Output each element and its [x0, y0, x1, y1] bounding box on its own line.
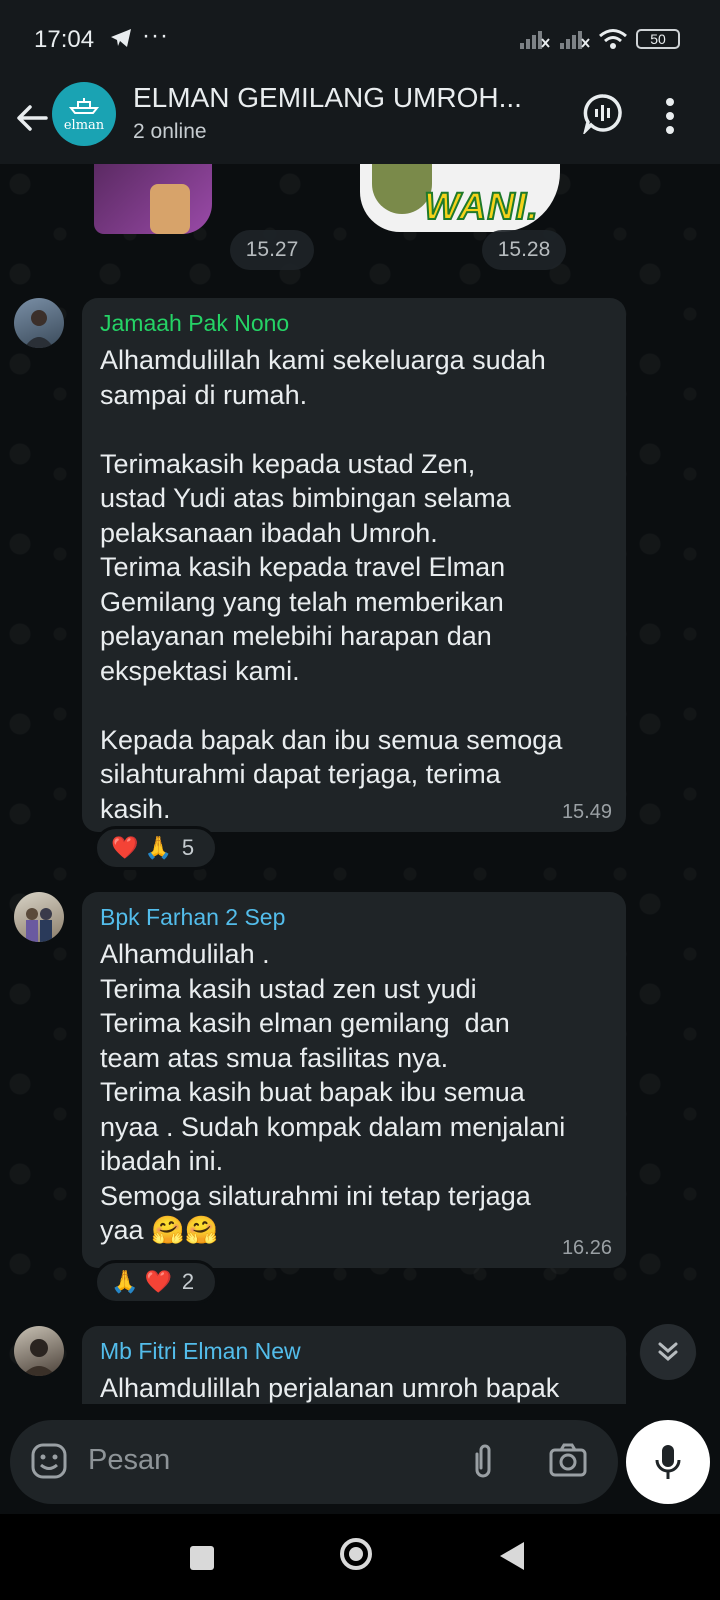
- scroll-down-button[interactable]: [640, 1324, 696, 1380]
- online-status: 2 online: [133, 120, 207, 143]
- ship-logo-icon: [68, 97, 100, 114]
- avatar[interactable]: [14, 1326, 64, 1376]
- sticker-time-1: 15.27: [230, 230, 314, 270]
- group-avatar[interactable]: elman: [52, 82, 116, 146]
- message-sender[interactable]: Jamaah Pak Nono: [100, 310, 608, 337]
- mic-icon: [655, 1445, 681, 1479]
- message-sender[interactable]: Mb Fitri Elman New: [100, 1338, 608, 1365]
- recent-apps-icon[interactable]: [190, 1546, 214, 1570]
- person-avatar-icon: [22, 1339, 56, 1376]
- message-input-bar[interactable]: Pesan: [10, 1420, 618, 1504]
- chat-header: elman ELMAN GEMILANG UMROH... 2 online: [0, 80, 720, 164]
- status-more-indicator: ···: [142, 22, 169, 49]
- camera-icon[interactable]: [548, 1440, 588, 1480]
- avatar[interactable]: [14, 298, 64, 348]
- reaction-emojis: 🙏 ❤️: [111, 1269, 172, 1294]
- message-reactions[interactable]: ❤️ 🙏 5: [94, 826, 218, 870]
- reaction-emojis: ❤️ 🙏: [111, 835, 172, 860]
- attach-icon[interactable]: [468, 1440, 498, 1480]
- reaction-count: 2: [181, 1269, 195, 1294]
- avatar[interactable]: [14, 892, 64, 942]
- mic-button[interactable]: [626, 1420, 710, 1504]
- reaction-count: 5: [181, 835, 195, 860]
- group-logo-text: elman: [63, 117, 105, 133]
- wifi-icon: [599, 29, 627, 49]
- message-time: 16.26: [561, 1237, 612, 1259]
- battery-indicator: 50: [636, 29, 680, 49]
- signal-icon-2: [560, 31, 590, 49]
- message-bubble[interactable]: Jamaah Pak Nono Alhamdulillah kami sekel…: [82, 298, 626, 832]
- message-text: Alhamdulilah . Terima kasih ustad zen us…: [100, 939, 566, 1245]
- message-bubble[interactable]: Bpk Farhan 2 Sep Alhamdulilah . Terima k…: [82, 892, 626, 1268]
- message-reactions[interactable]: 🙏 ❤️ 2: [94, 1260, 218, 1304]
- scroll-down-icon: [658, 1342, 678, 1361]
- system-nav-bar: [0, 1514, 720, 1600]
- sticker-left-detail: [150, 184, 190, 234]
- message-input[interactable]: Pesan: [88, 1444, 170, 1477]
- message-sender[interactable]: Bpk Farhan 2 Sep: [100, 904, 608, 931]
- more-vert-icon[interactable]: [664, 96, 676, 136]
- message-bubble[interactable]: Mb Fitri Elman New Alhamdulillah perjala…: [82, 1326, 626, 1404]
- person-avatar-icon: [24, 310, 54, 348]
- back-arrow-icon[interactable]: [12, 98, 52, 138]
- signal-icon: [520, 31, 550, 49]
- chat-title[interactable]: ELMAN GEMILANG UMROH...: [133, 82, 522, 114]
- message-text: Alhamdulillah kami sekeluarga sudah samp…: [100, 345, 563, 824]
- message-time: 15.49: [561, 801, 612, 823]
- voice-call-icon[interactable]: [582, 92, 624, 134]
- sticker-time-2: 15.28: [482, 230, 566, 270]
- chat-area[interactable]: WANI. 15.27 15.28 Jamaah Pak Nono Alhamd…: [0, 164, 720, 1404]
- system-back-icon[interactable]: [500, 1542, 524, 1570]
- group-photo-avatar-icon: [26, 908, 52, 942]
- home-icon[interactable]: [340, 1538, 372, 1570]
- emoji-icon[interactable]: [30, 1442, 68, 1480]
- message-text: Alhamdulillah perjalanan umroh bapak: [100, 1373, 560, 1403]
- status-time: 17:04: [34, 26, 95, 53]
- status-bar: 17:04 ··· 50: [0, 0, 720, 80]
- status-icons: 50: [518, 28, 680, 50]
- sticker-wani-text: WANI.: [423, 185, 539, 229]
- telegram-icon: [111, 29, 131, 47]
